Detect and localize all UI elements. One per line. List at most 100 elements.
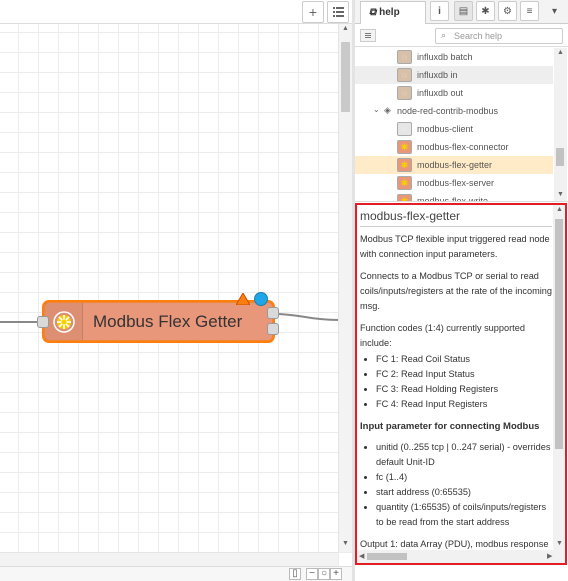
node-label: Modbus Flex Getter [93,312,243,331]
search-icon: ⌕ [441,30,447,40]
modbus-client-icon: ◌ [397,122,412,136]
tree-item-selected[interactable]: ✱ modbus-flex-getter [355,156,553,174]
tree-item-label: influxdb out [417,88,464,98]
list-item: start address (0:65535) [376,485,552,500]
scroll-up-icon[interactable]: ▲ [342,25,349,32]
tree-module-label: node-red-contrib-modbus [397,106,499,116]
info-icon: i [438,5,441,17]
add-flow-button[interactable]: + [302,1,324,23]
tree-item[interactable]: ◌ influxdb batch [355,48,553,66]
modbus-icon [52,310,75,333]
tree-item-label: influxdb in [417,70,458,80]
tab-help-label: help [379,7,400,18]
tree-item-label: modbus-flex-getter [417,160,493,170]
book-icon: ▤ [458,5,469,17]
tab-info[interactable]: i [430,1,449,21]
tree-item[interactable]: ◌ modbus-client [355,120,553,138]
tab-context[interactable]: ≡ [520,1,539,21]
scroll-left-icon[interactable]: ◀ [359,552,364,560]
tree-module[interactable]: ⌄ ◈ node-red-contrib-modbus [355,102,553,120]
help-search-input[interactable]: ⌕ Search help [435,28,563,44]
influxdb-node-icon: ◌ [397,50,412,64]
bug-icon: ✱ [481,5,490,17]
tree-item[interactable]: ◌ influxdb in [355,66,553,84]
node-input-port[interactable] [37,316,49,328]
gear-icon: ⚙ [503,5,512,17]
workspace-footer: ▯ − ○ + [0,566,352,581]
output-wire[interactable] [270,300,340,340]
list-icon [332,7,344,17]
help-text: modbus-flex-getter Modbus TCP flexible i… [360,209,553,563]
scroll-up-icon[interactable]: ▲ [557,49,564,56]
workspace-vertical-scrollbar[interactable]: ▲ ▼ [338,24,352,552]
modbus-node-icon: ✱ [397,176,412,190]
input-wire[interactable] [0,321,40,323]
list-item: fc (1..4) [376,470,552,485]
tree-item[interactable]: ✱ modbus-flex-connector [355,138,553,156]
scroll-down-icon[interactable]: ▼ [342,540,349,547]
help-paragraph: Function codes (1:4) currently supported… [360,323,525,348]
tree-scrollbar[interactable]: ▲ ▼ [554,48,567,201]
modbus-node-icon: ✱ [397,194,412,201]
scroll-right-icon[interactable]: ▶ [547,552,552,560]
influxdb-node-icon: ◌ [397,86,412,100]
tab-help-icon[interactable]: ▤ [454,1,473,21]
warning-triangle-icon [236,293,250,305]
scrollbar-thumb[interactable] [555,219,563,449]
workspace-horizontal-scrollbar[interactable] [0,552,338,566]
scrollbar-thumb[interactable] [556,148,564,166]
list-item: quantity (1:65535) of coils/inputs/regis… [376,500,552,530]
tree-item[interactable]: ✱ modbus-flex-server [355,174,553,192]
modbus-node-icon: ✱ [397,158,412,172]
zoom-in-button[interactable]: + [330,568,342,580]
help-horizontal-scrollbar[interactable]: ◀ ▶ [357,550,565,563]
toc-toggle-button[interactable] [360,29,376,42]
chevron-down-icon: ⌄ [373,105,380,114]
scrollbar-thumb[interactable] [367,553,407,560]
tab-help[interactable]: ⧉ help [360,1,426,24]
chevron-down-icon: ▾ [551,5,558,17]
tree-item-label: modbus-client [417,124,474,134]
modbus-node-icon: ✱ [397,140,412,154]
node-output-port-2[interactable] [267,323,279,335]
package-icon: ◈ [384,105,391,115]
scroll-down-icon[interactable]: ▼ [557,191,564,198]
list-item: FC 2: Read Input Status [376,367,552,382]
zoom-reset-button[interactable]: ○ [318,568,330,580]
scroll-down-icon[interactable]: ▼ [556,540,563,547]
scrollbar-thumb[interactable] [341,42,350,112]
tree-item-label: modbus-flex-write [417,196,489,202]
help-paragraph: Connects to a Modbus TCP or serial to re… [360,271,553,311]
help-title: modbus-flex-getter [360,209,552,227]
tab-debug[interactable]: ✱ [476,1,495,21]
tree-item-label: modbus-flex-connector [417,142,509,152]
tree-item[interactable]: ◌ influxdb out [355,84,553,102]
tree-item[interactable]: ✱ modbus-flex-write [355,192,553,202]
function-code-list: FC 1: Read Coil Status FC 2: Read Input … [376,352,552,412]
list-icon [365,33,371,38]
navigator-button[interactable]: ▯ [289,568,301,580]
flow-list-button[interactable] [327,1,349,23]
sidebar: ⧉ help i ▤ ✱ ⚙ ≡ ▾ ⌕ Search help ◌ influx… [355,0,568,581]
list-item: FC 4: Read Input Registers [376,397,552,412]
tree-item-label: influxdb batch [417,52,473,62]
sidebar-tab-bar: ⧉ help i ▤ ✱ ⚙ ≡ ▾ [355,0,568,24]
node-output-port-1[interactable] [267,307,279,319]
list-item: FC 3: Read Holding Registers [376,382,552,397]
help-vertical-scrollbar[interactable]: ▲ ▼ [553,205,565,550]
input-parameter-list: unitid (0..255 tcp | 0..247 serial) - ov… [376,440,552,530]
help-content-panel: modbus-flex-getter Modbus TCP flexible i… [355,203,567,565]
node-icon-area [45,303,83,340]
flow-workspace[interactable]: + Modbus Flex Getter ▲ ▼ ▯ − ○ + [0,0,352,581]
modbus-flex-getter-node[interactable]: Modbus Flex Getter [44,302,273,341]
help-subheading: Input parameter for connecting Modbus [360,421,540,432]
list-item: unitid (0..255 tcp | 0..247 serial) - ov… [376,440,552,470]
workspace-tab-bar: + [0,0,352,24]
search-placeholder: Search help [454,31,503,41]
tab-config[interactable]: ⚙ [498,1,517,21]
sidebar-menu-button[interactable]: ▾ [545,1,564,21]
tree-item-label: modbus-flex-server [417,178,495,188]
zoom-out-button[interactable]: − [306,568,318,580]
scroll-up-icon[interactable]: ▲ [556,206,563,213]
status-dot-icon [254,292,268,306]
